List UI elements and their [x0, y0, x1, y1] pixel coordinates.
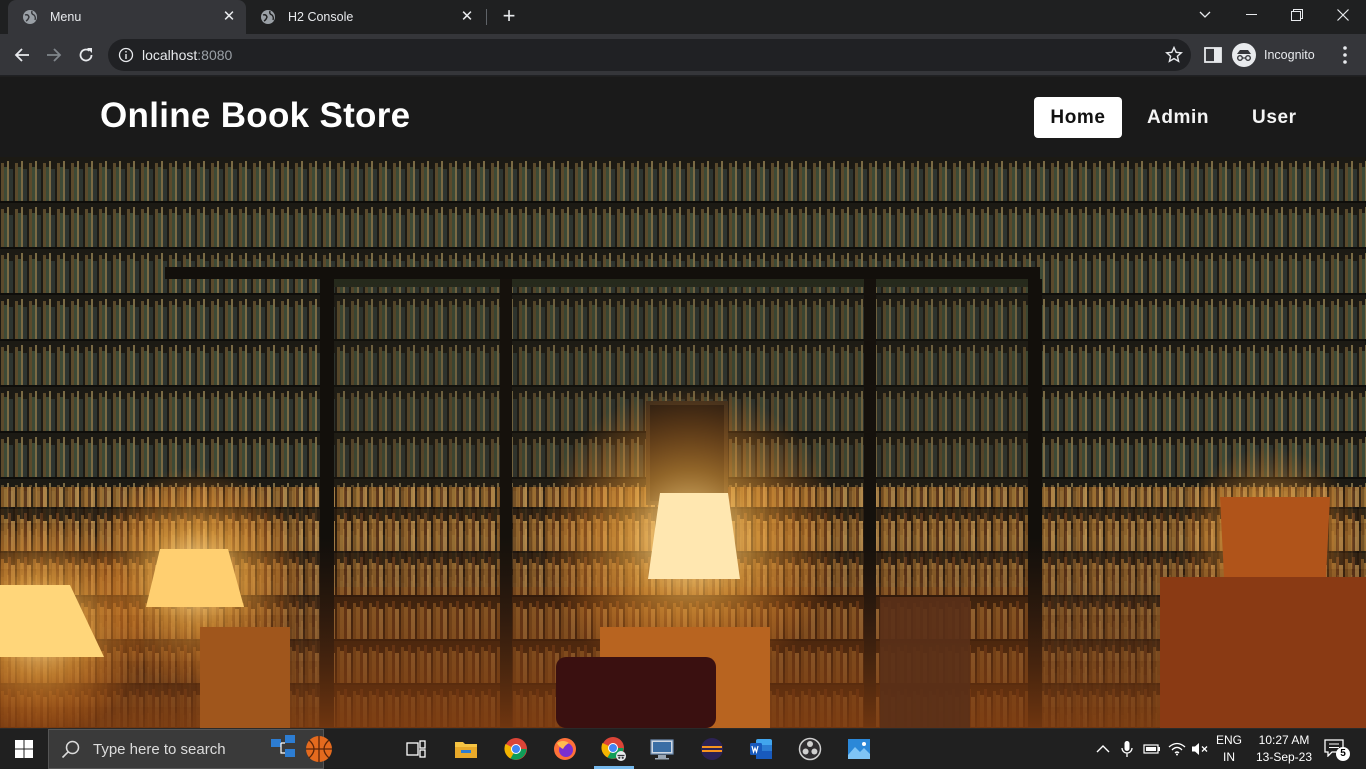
library-illustration	[0, 157, 1366, 728]
eclipse-button[interactable]	[692, 733, 732, 765]
chrome-icon	[504, 738, 527, 760]
forward-button[interactable]	[40, 41, 68, 69]
incognito-profile-button[interactable]: Incognito	[1232, 42, 1315, 68]
chrome-button[interactable]	[496, 733, 536, 765]
clock[interactable]: 10:27 AM 13-Sep-23	[1252, 732, 1316, 766]
tab-title: H2 Console	[288, 10, 354, 24]
windows-taskbar: Type here to search ENG IN 10:27 AM 13-S…	[0, 728, 1366, 769]
photos-button[interactable]	[839, 733, 879, 765]
close-tab-icon[interactable]: ✕	[220, 8, 238, 26]
arrow-right-icon	[47, 48, 62, 62]
remote-desktop-button[interactable]	[642, 733, 682, 765]
search-highlight-icon	[271, 735, 332, 762]
chrome-incognito-button[interactable]	[594, 733, 634, 769]
tab-h2-console[interactable]: H2 Console ✕	[246, 0, 484, 34]
nav-admin[interactable]: Admin	[1132, 97, 1224, 138]
close-tab-icon[interactable]: ✕	[458, 8, 476, 26]
chrome-incognito-icon	[601, 737, 626, 761]
input-language-indicator[interactable]: ENG IN	[1212, 732, 1246, 766]
back-button[interactable]	[8, 41, 36, 69]
close-window-button[interactable]	[1320, 0, 1366, 30]
tab-title: Menu	[50, 10, 82, 24]
tab-search-button[interactable]	[1182, 0, 1228, 30]
browser-toolbar: localhost:8080 Incognito	[0, 34, 1366, 76]
word-button[interactable]	[741, 733, 781, 765]
battery-icon[interactable]	[1143, 743, 1161, 755]
browser-tab-strip: Menu ✕ H2 Console ✕ +	[0, 0, 1366, 34]
language-label: ENG	[1215, 733, 1242, 747]
address-bar[interactable]: localhost:8080	[108, 39, 1191, 71]
volume-muted-icon[interactable]	[1191, 742, 1209, 756]
nav-user[interactable]: User	[1237, 97, 1312, 138]
incognito-icon	[1232, 43, 1256, 67]
region-label: IN	[1223, 750, 1235, 764]
reload-icon	[79, 48, 93, 62]
obs-icon	[798, 737, 822, 761]
side-panel-icon[interactable]	[1204, 47, 1222, 63]
globe-icon	[23, 10, 37, 24]
start-button[interactable]	[4, 733, 44, 765]
clock-time: 10:27 AM	[1258, 733, 1310, 747]
tab-menu[interactable]: Menu ✕	[8, 0, 246, 34]
restore-button[interactable]	[1274, 0, 1320, 30]
chevron-up-icon[interactable]	[1096, 744, 1110, 754]
reload-button[interactable]	[72, 41, 100, 69]
firefox-button[interactable]	[545, 733, 585, 765]
minimize-icon	[1245, 14, 1257, 15]
url-port: :8080	[197, 47, 233, 63]
site-brand[interactable]: Online Book Store	[100, 96, 410, 136]
tab-separator	[486, 9, 487, 25]
nav-home[interactable]: Home	[1034, 97, 1122, 138]
windows-logo-icon	[15, 740, 33, 758]
hero-library-image	[0, 157, 1366, 728]
taskbar-search-box[interactable]: Type here to search	[48, 729, 332, 769]
close-icon	[1337, 9, 1349, 21]
firefox-icon	[554, 738, 576, 760]
search-icon	[61, 740, 80, 759]
url-host: localhost	[142, 47, 198, 63]
restore-icon	[1291, 9, 1303, 21]
url-text: localhost:8080	[142, 47, 232, 63]
new-tab-button[interactable]: +	[498, 5, 520, 27]
file-explorer-icon	[455, 742, 477, 758]
profile-label: Incognito	[1264, 48, 1315, 62]
minimize-button[interactable]	[1228, 0, 1274, 30]
task-view-icon	[406, 740, 426, 758]
bookmark-star-icon[interactable]	[1165, 46, 1183, 64]
web-page: Online Book Store Home Admin User	[0, 77, 1366, 728]
arrow-left-icon	[14, 48, 29, 62]
file-explorer-button[interactable]	[446, 733, 486, 765]
notification-center-button[interactable]: 5	[1322, 737, 1350, 761]
remote-desktop-icon	[650, 739, 674, 760]
clock-date: 13-Sep-23	[1255, 750, 1313, 764]
obs-button[interactable]	[790, 733, 830, 765]
photos-icon	[848, 739, 870, 759]
notification-count-badge: 5	[1336, 747, 1350, 761]
eclipse-icon	[701, 738, 723, 760]
globe-icon	[261, 10, 275, 24]
task-view-button[interactable]	[396, 733, 436, 765]
wifi-icon[interactable]	[1168, 742, 1186, 756]
site-info-icon[interactable]	[118, 47, 134, 63]
chevron-down-icon	[1199, 11, 1211, 18]
search-placeholder: Type here to search	[93, 740, 226, 758]
more-menu-icon[interactable]	[1336, 45, 1354, 65]
site-header: Online Book Store Home Admin User	[0, 77, 1366, 157]
microphone-icon[interactable]	[1121, 740, 1133, 758]
word-icon	[750, 739, 772, 759]
